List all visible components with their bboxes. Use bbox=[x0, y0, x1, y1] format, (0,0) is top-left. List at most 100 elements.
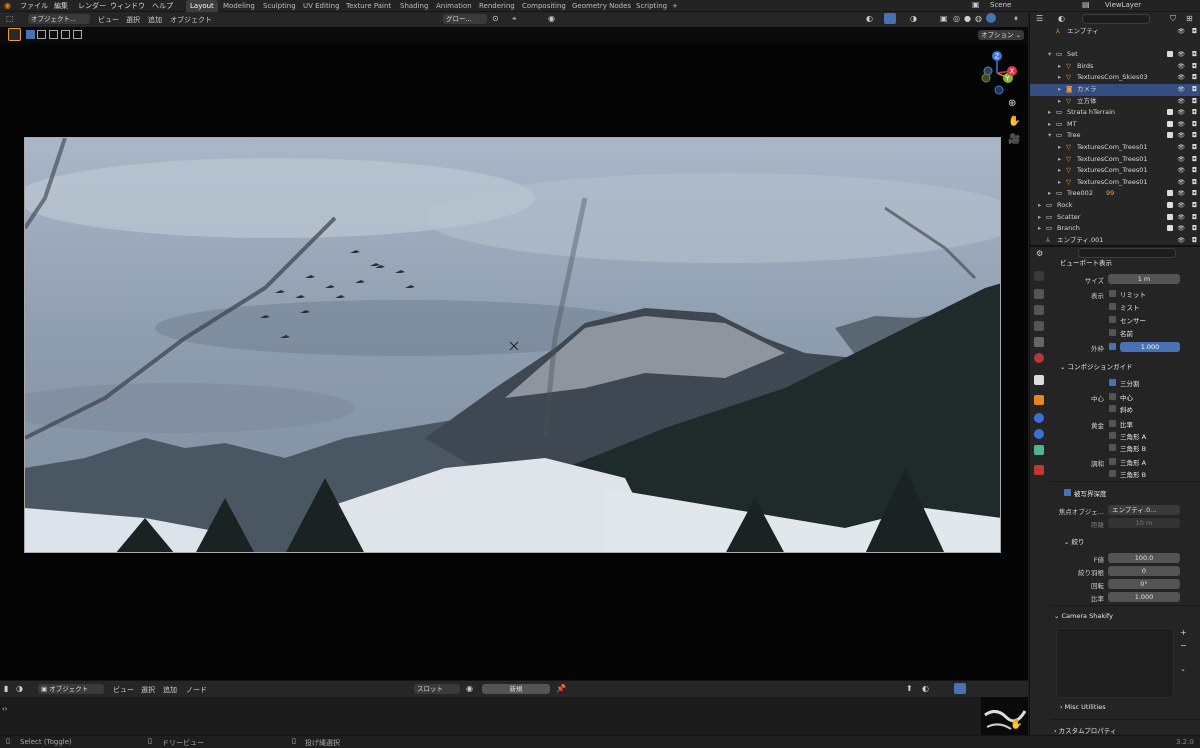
render-camera-icon[interactable]: ◘ bbox=[1192, 49, 1197, 61]
visibility-eye-icon[interactable]: 👁 bbox=[1177, 142, 1185, 154]
visibility-eye-icon[interactable]: 👁 bbox=[1177, 223, 1185, 235]
workspace-tab-shading[interactable]: Shading bbox=[396, 0, 432, 12]
visibility-eye-icon[interactable]: 👁 bbox=[1177, 130, 1185, 142]
scene-name[interactable]: Scene bbox=[990, 1, 1011, 9]
outliner-row[interactable]: ▾ ▭ Set 👁 ◘ bbox=[1030, 49, 1200, 61]
limits-checkbox[interactable] bbox=[1109, 290, 1116, 297]
menu-select[interactable]: 選択 bbox=[126, 15, 140, 25]
harmony-triangle-b-checkbox[interactable] bbox=[1109, 470, 1116, 477]
shake-move-icon[interactable]: ⌄ bbox=[1180, 665, 1186, 673]
mode-dropdown[interactable]: オブジェクト... bbox=[28, 14, 90, 24]
workspace-tab-scripting[interactable]: Scripting bbox=[632, 0, 671, 12]
expand-toggle-icon[interactable]: ▸ bbox=[1058, 61, 1061, 73]
exclude-checkbox[interactable] bbox=[1167, 202, 1173, 208]
visibility-eye-icon[interactable]: 👁 bbox=[1177, 84, 1185, 96]
properties-editor-icon[interactable]: ⚙ bbox=[1036, 249, 1043, 258]
shading-solid-icon[interactable]: ● bbox=[964, 14, 971, 23]
render-camera-icon[interactable]: ◘ bbox=[1192, 154, 1197, 166]
expand-toggle-icon[interactable]: ▸ bbox=[1058, 72, 1061, 84]
backdrop-icon[interactable] bbox=[954, 683, 966, 694]
outliner-editor-icon[interactable]: ☰ bbox=[1036, 14, 1043, 23]
visibility-eye-icon[interactable]: 👁 bbox=[1177, 119, 1185, 131]
diagonal-checkbox[interactable] bbox=[1109, 405, 1116, 412]
blades-field[interactable]: 0 bbox=[1108, 566, 1180, 576]
misc-utilities-header[interactable]: › Misc Utilities bbox=[1060, 703, 1106, 711]
camera-view-icon[interactable]: 🎥 bbox=[1008, 134, 1020, 145]
harmony-triangle-a-checkbox[interactable] bbox=[1109, 458, 1116, 465]
navigation-gizmo[interactable]: Z Y X bbox=[970, 47, 1026, 95]
physics-tab-icon[interactable] bbox=[1034, 413, 1044, 423]
new-material-button[interactable]: 新規 bbox=[482, 684, 550, 694]
menu-view[interactable]: ビュー bbox=[98, 15, 119, 25]
render-camera-icon[interactable]: ◘ bbox=[1192, 96, 1197, 108]
ratio-field[interactable]: 1.000 bbox=[1108, 592, 1180, 602]
hand-tool-icon[interactable]: ✋ bbox=[1010, 719, 1022, 730]
menu-render[interactable]: レンダー bbox=[78, 1, 106, 11]
custom-properties-header[interactable]: › カスタムプロパティ bbox=[1054, 725, 1116, 735]
render-camera-icon[interactable]: ◘ bbox=[1192, 26, 1197, 38]
exclude-checkbox[interactable] bbox=[1167, 51, 1173, 58]
shading-wireframe-icon[interactable]: ◎ bbox=[953, 14, 960, 23]
outliner-filter-icon[interactable]: ⛉ bbox=[1170, 14, 1176, 24]
fstop-field[interactable]: 100.0 bbox=[1108, 553, 1180, 563]
camera-data-tab-icon[interactable] bbox=[1034, 445, 1044, 455]
outliner-row[interactable]: ▸ ▭ Strata hTerrain 👁 ◘ bbox=[1030, 107, 1200, 119]
expand-toggle-icon[interactable]: ▸ bbox=[1058, 96, 1061, 108]
dof-checkbox[interactable] bbox=[1064, 489, 1071, 496]
expand-toggle-icon[interactable]: ▸ bbox=[1058, 177, 1061, 189]
mist-checkbox[interactable] bbox=[1109, 303, 1116, 310]
expand-toggle-icon[interactable]: ▸ bbox=[1058, 154, 1061, 166]
add-workspace-button[interactable]: + bbox=[668, 0, 682, 12]
render-tab-icon[interactable] bbox=[1034, 289, 1044, 299]
pan-hand-icon[interactable]: ✋ bbox=[1008, 116, 1020, 127]
node-mode-dropdown[interactable]: ▣ オブジェクト bbox=[38, 684, 104, 694]
node-menu-node[interactable]: ノード bbox=[186, 685, 207, 695]
blender-logo-icon[interactable]: ◉ bbox=[4, 1, 11, 10]
pin-icon[interactable]: 📌 bbox=[556, 684, 566, 693]
exclude-checkbox[interactable] bbox=[1167, 109, 1173, 116]
center-checkbox[interactable] bbox=[1109, 393, 1116, 400]
focus-object-field[interactable]: エンプティ.0... bbox=[1108, 505, 1180, 515]
passepartout-checkbox[interactable] bbox=[1109, 343, 1116, 350]
workspace-tab-uv-editing[interactable]: UV Editing bbox=[299, 0, 344, 12]
outliner-row[interactable]: ⅄ エンプティ 👁 ◘ bbox=[1030, 26, 1200, 38]
pause-icon[interactable]: ⏸ bbox=[1014, 14, 1018, 24]
workspace-tab-layout[interactable]: Layout bbox=[186, 0, 218, 12]
workspace-tab-sculpting[interactable]: Sculpting bbox=[259, 0, 300, 12]
menu-window[interactable]: ウィンドウ bbox=[110, 1, 145, 11]
expand-toggle-icon[interactable]: ▸ bbox=[1058, 165, 1061, 177]
visibility-eye-icon[interactable]: 👁 bbox=[1177, 96, 1185, 108]
render-camera-icon[interactable]: ◘ bbox=[1192, 61, 1197, 73]
constraints-tab-icon[interactable] bbox=[1034, 429, 1044, 439]
outliner-row[interactable]: ▸ ▽ TexturesCom_Trees01 👁 ◘ bbox=[1030, 154, 1200, 166]
expand-toggle-icon[interactable]: ▸ bbox=[1038, 212, 1041, 224]
transform-orientation-dropdown[interactable]: グロー... bbox=[443, 14, 487, 24]
outliner-row[interactable]: ▸ ▭ Rock 👁 ◘ bbox=[1030, 200, 1200, 212]
menu-add[interactable]: 追加 bbox=[148, 15, 162, 25]
shader-type-icon[interactable]: ◑ bbox=[16, 684, 23, 693]
shading-rendered-icon[interactable] bbox=[986, 13, 996, 23]
collection-tab-icon[interactable] bbox=[1034, 375, 1044, 385]
render-camera-icon[interactable]: ◘ bbox=[1192, 107, 1197, 119]
render-camera-icon[interactable]: ◘ bbox=[1192, 188, 1197, 200]
texture-tab-icon[interactable] bbox=[1034, 465, 1044, 475]
outliner-row[interactable]: ▸ ▽ TexturesCom_Trees01 👁 ◘ bbox=[1030, 165, 1200, 177]
outliner-row[interactable]: ▸ ▽ TexturesCom_Trees01 👁 ◘ bbox=[1030, 142, 1200, 154]
viewport-display-header[interactable]: ビューポート表示 bbox=[1060, 257, 1112, 267]
shake-add-icon[interactable]: + bbox=[1180, 628, 1187, 637]
outliner-row[interactable]: ▸ ▽ 立方体 👁 ◘ bbox=[1030, 96, 1200, 108]
dof-header[interactable]: 被写界深度 bbox=[1074, 488, 1107, 498]
visibility-eye-icon[interactable]: 👁 bbox=[1177, 235, 1185, 245]
outliner-row[interactable]: ▸ ▭ Branch 👁 ◘ bbox=[1030, 223, 1200, 235]
visibility-eye-icon[interactable]: 👁 bbox=[1177, 177, 1185, 189]
render-camera-icon[interactable]: ◘ bbox=[1192, 72, 1197, 84]
outliner-row[interactable]: ▸ ▭ MT 👁 ◘ bbox=[1030, 119, 1200, 131]
aperture-header[interactable]: ⌄ 絞り bbox=[1064, 536, 1085, 546]
render-camera-icon[interactable]: ◘ bbox=[1192, 177, 1197, 189]
workspace-tab-rendering[interactable]: Rendering bbox=[475, 0, 519, 12]
visibility-eye-icon[interactable]: 👁 bbox=[1177, 200, 1185, 212]
xray-icon[interactable]: ▣ bbox=[940, 14, 948, 23]
name-checkbox[interactable] bbox=[1109, 329, 1116, 336]
passepartout-alpha-field[interactable]: 1.000 bbox=[1120, 342, 1180, 352]
view-layer-name[interactable]: ViewLayer bbox=[1105, 1, 1141, 9]
